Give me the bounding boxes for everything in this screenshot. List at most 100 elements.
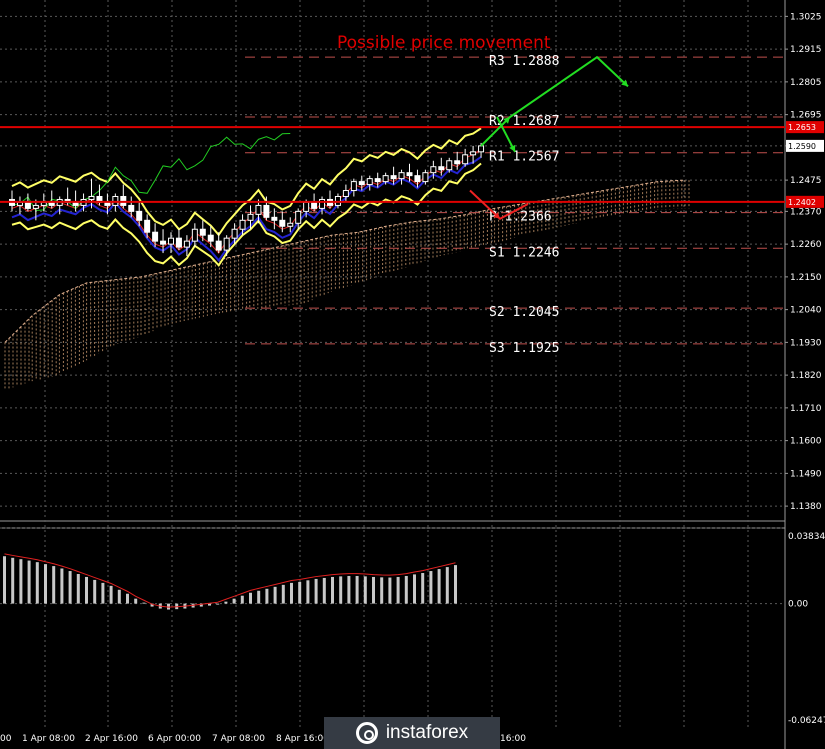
candle-body xyxy=(72,201,79,206)
candle-body xyxy=(382,175,389,183)
candle-body xyxy=(446,160,453,171)
candle-body xyxy=(422,172,429,183)
time-axis-label: 00 xyxy=(0,734,12,744)
candle-body xyxy=(144,219,151,233)
pivot-level-label-s1: S1 1.2246 xyxy=(489,245,559,260)
price-axis-label: 1.2150 xyxy=(790,273,822,283)
candle-body xyxy=(470,151,477,156)
macd-axis-label: 0.03834 xyxy=(788,532,825,542)
price-axis-label: 1.2695 xyxy=(790,111,822,121)
candle-body xyxy=(263,204,270,218)
macd-histogram-bar xyxy=(265,588,269,604)
pivot-level-label-s3: S3 1.1925 xyxy=(489,341,559,356)
candle-body xyxy=(175,237,182,248)
macd-histogram-bar xyxy=(68,571,72,604)
macd-histogram-bar xyxy=(134,598,138,604)
macd-histogram-bar xyxy=(404,575,408,604)
candle-body xyxy=(128,204,135,212)
price-axis-label: 1.1380 xyxy=(790,502,822,512)
macd-histogram-bar xyxy=(454,565,457,604)
candle-body xyxy=(247,213,254,221)
macd-axis-label: -0.06247 xyxy=(788,716,825,726)
macd-histogram-bar xyxy=(101,582,105,604)
candle-body xyxy=(16,201,23,206)
candle-body xyxy=(303,201,310,212)
macd-histogram-bar xyxy=(240,595,244,604)
key-level-price-tag-text: 1.2402 xyxy=(788,198,816,207)
candle-body xyxy=(350,181,357,192)
pivot-level-label-s2: S2 1.2045 xyxy=(489,305,559,320)
candle-body xyxy=(454,160,461,165)
candle-body xyxy=(311,201,318,209)
macd-histogram-bar xyxy=(273,586,277,604)
time-axis-label: 7 Apr 08:00 xyxy=(212,734,265,744)
candle-body xyxy=(271,216,278,221)
macd-histogram-bar xyxy=(249,592,252,604)
time-axis-label: 6 Apr 00:00 xyxy=(148,734,201,744)
candle-body xyxy=(462,154,469,165)
pivot-level-label-r3: R3 1.2888 xyxy=(489,54,559,69)
candle-body xyxy=(358,181,365,186)
candle-body xyxy=(438,166,445,171)
macd-histogram-bar xyxy=(298,581,302,604)
time-axis-label: 8 Apr 16:00 xyxy=(276,734,329,744)
macd-histogram-bar xyxy=(109,585,113,604)
logo-text: instaforex xyxy=(385,722,469,743)
macd-histogram-bar xyxy=(216,603,220,605)
macd-histogram-bar xyxy=(60,568,64,604)
macd-histogram-bar xyxy=(363,576,367,604)
candle-body xyxy=(160,240,167,245)
candle-body xyxy=(390,175,397,180)
candle-body xyxy=(279,219,286,227)
candle-body xyxy=(88,195,95,200)
candle-body xyxy=(374,178,381,183)
macd-histogram-bar xyxy=(355,575,359,604)
macd-histogram-bar xyxy=(142,602,146,604)
macd-histogram-bar xyxy=(52,566,56,604)
candle-body xyxy=(239,219,246,230)
price-axis-label: 1.1710 xyxy=(790,404,822,414)
macd-histogram-bar xyxy=(347,575,351,604)
candle-body xyxy=(215,240,222,251)
candle-body xyxy=(152,231,159,242)
macd-histogram-bar xyxy=(306,580,310,604)
macd-histogram-bar xyxy=(331,576,334,604)
macd-histogram-bar xyxy=(429,571,433,604)
macd-histogram-bar xyxy=(208,603,211,606)
macd-histogram-bar xyxy=(372,576,375,604)
macd-histogram-bar xyxy=(35,562,39,604)
time-axis-label: 2 Apr 16:00 xyxy=(85,734,138,744)
candle-body xyxy=(191,228,198,242)
candle-body xyxy=(40,201,47,206)
candle-body xyxy=(183,240,190,248)
macd-histogram-bar xyxy=(126,593,129,604)
candle-body xyxy=(199,228,206,236)
price-axis-label: 1.2805 xyxy=(790,78,822,88)
macd-histogram-bar xyxy=(421,573,425,604)
candle-body xyxy=(24,201,31,209)
macd-histogram-bar xyxy=(224,601,228,604)
price-chart: 1.3025 1.2915 1.2805 1.2695 1.2590 1.2475 1.23… xyxy=(0,0,825,749)
candle-body xyxy=(287,222,294,227)
macd-histogram-bar xyxy=(44,564,47,604)
macd-histogram-bar xyxy=(413,574,416,604)
price-axis-label: 1.2915 xyxy=(790,45,822,55)
macd-histogram-bar xyxy=(314,578,318,604)
candle-body xyxy=(136,210,143,221)
candle-body xyxy=(32,204,39,209)
candle-body xyxy=(319,198,326,209)
candle-body xyxy=(168,237,174,245)
macd-histogram-bar xyxy=(437,569,441,604)
candle-body xyxy=(207,234,214,242)
price-axis-label: 1.3025 xyxy=(790,12,822,22)
price-axis-label: 1.1490 xyxy=(790,469,822,479)
time-axis-label: 16:00 xyxy=(500,734,526,744)
key-level-price-tag-text: 1.2653 xyxy=(788,123,816,132)
price-axis-label: 1.1930 xyxy=(790,338,822,348)
candle-body xyxy=(223,237,230,251)
candle-body xyxy=(295,210,302,224)
candle-body xyxy=(414,175,421,183)
candle-body xyxy=(231,228,238,239)
current-price-tag-text: 1.2590 xyxy=(788,142,816,151)
macd-histogram-bar xyxy=(117,589,121,604)
